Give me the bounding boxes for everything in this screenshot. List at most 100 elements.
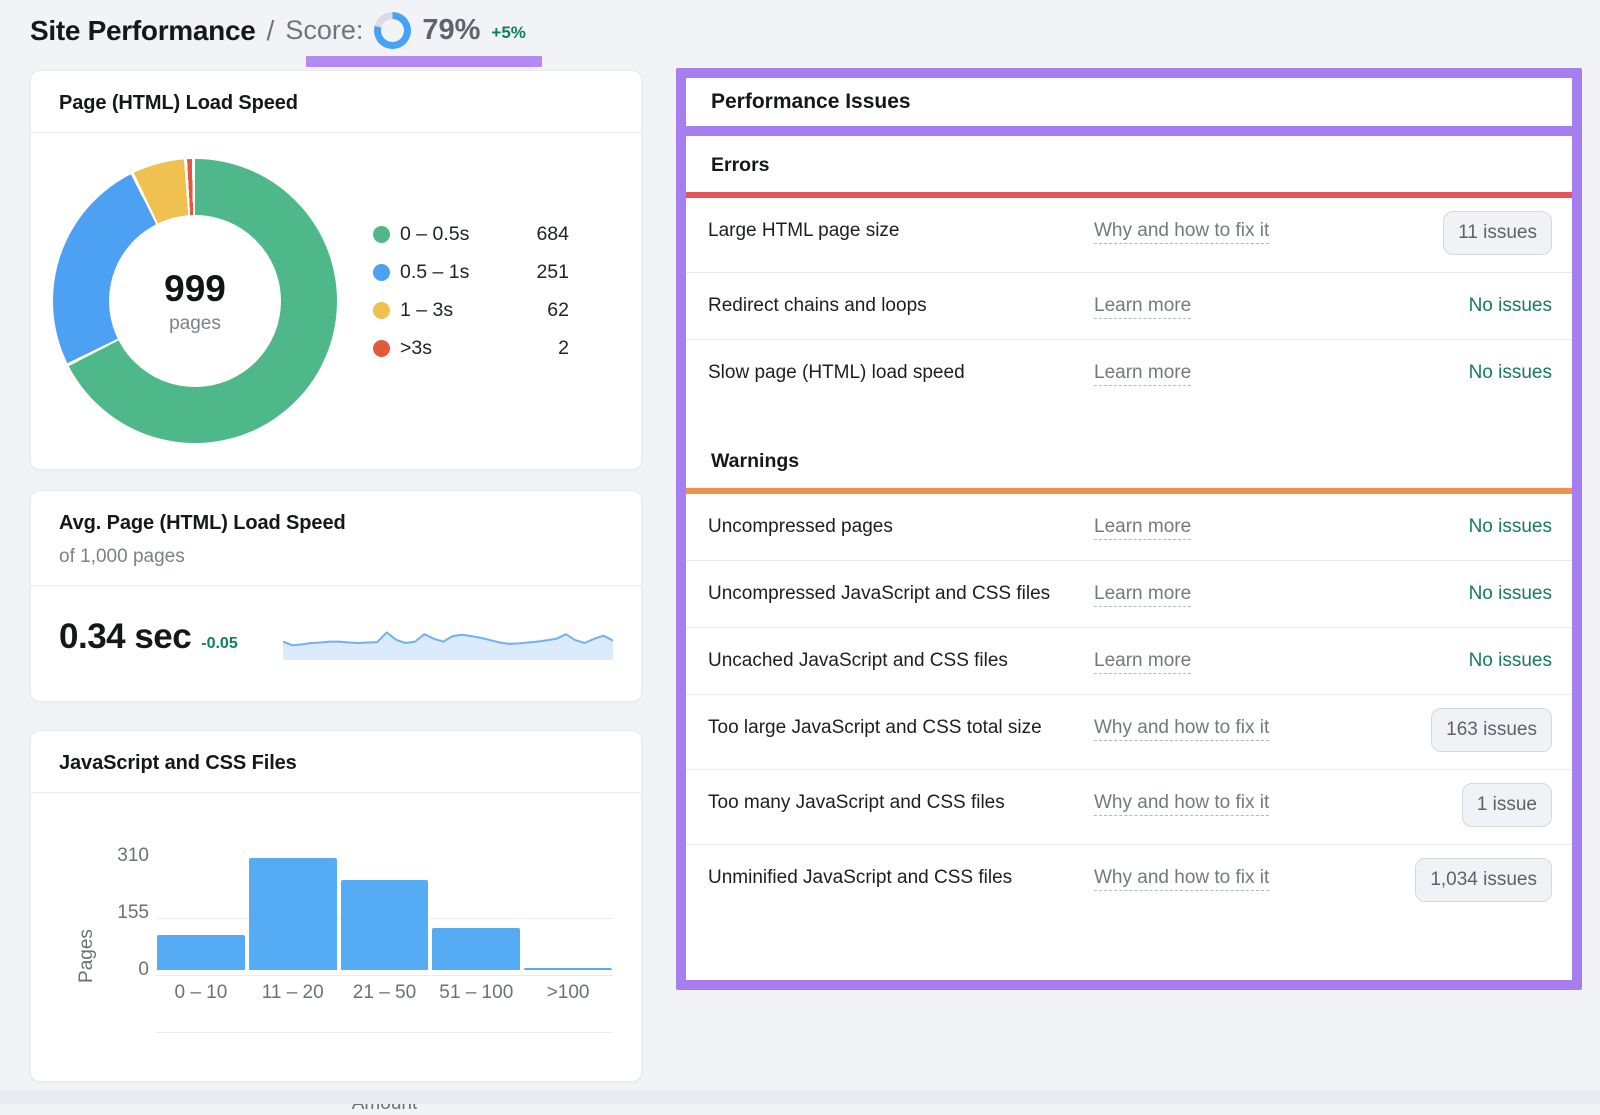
plot-area: 0 – 1011 – 2021 – 5051 – 100>100 (156, 856, 613, 1032)
page-header: Site Performance / Score: 79% +5% (30, 12, 526, 49)
issue-name: Redirect chains and loops (708, 290, 1094, 321)
issue-help-link[interactable]: Why and how to fix it (1094, 787, 1382, 818)
breadcrumb-separator: / (267, 15, 275, 47)
issue-status: 1 issue (1382, 787, 1552, 827)
issue-help-link[interactable]: Why and how to fix it (1094, 712, 1382, 743)
section-heading: Errors (686, 136, 1572, 192)
card-header: Avg. Page (HTML) Load Speed of 1,000 pag… (31, 491, 641, 586)
legend-value: 2 (558, 337, 569, 360)
js-css-bar-chart: Pages 310 155 0 0 – 1011 – 2021 – 5051 – 1… (31, 793, 641, 1081)
issue-name: Too large JavaScript and CSS total size (708, 712, 1094, 743)
issue-rows: Uncompressed pagesLearn moreNo issuesUnc… (686, 494, 1572, 919)
issue-help-link[interactable]: Learn more (1094, 357, 1382, 388)
card-title: Page (HTML) Load Speed (59, 92, 613, 115)
legend-dot-icon (373, 340, 390, 357)
issues-count-button[interactable]: 1,034 issues (1415, 858, 1552, 902)
section-heading: Warnings (686, 406, 1572, 488)
bar (432, 928, 520, 970)
no-issues-status: No issues (1469, 583, 1552, 604)
legend-label: 0 – 0.5s (400, 223, 469, 246)
issues-list: ErrorsLarge HTML page sizeWhy and how to… (686, 136, 1572, 980)
legend-item: 1 – 3s 62 (373, 299, 569, 322)
bar (157, 935, 245, 970)
x-tick-label: 51 – 100 (432, 982, 520, 1004)
y-tick-label: 0 (89, 959, 149, 981)
legend-value: 62 (547, 299, 569, 322)
issue-help-link[interactable]: Learn more (1094, 290, 1382, 321)
issue-row: Uncompressed JavaScript and CSS filesLea… (686, 561, 1572, 628)
x-tick-label: >100 (524, 982, 612, 1004)
legend-value: 684 (536, 223, 569, 246)
issues-panel-header: Performance Issues (686, 78, 1572, 126)
donut-total-label: pages (169, 313, 221, 335)
y-axis-label: Pages (76, 916, 98, 996)
donut-total-pages: 999 (164, 268, 226, 310)
avg-speed-sparkline (283, 614, 613, 660)
issue-help-link[interactable]: Learn more (1094, 645, 1382, 676)
issue-status: No issues (1382, 290, 1552, 322)
issues-count-button[interactable]: 163 issues (1431, 708, 1552, 752)
legend-dot-icon (373, 302, 390, 319)
issue-row: Uncached JavaScript and CSS filesLearn m… (686, 628, 1572, 695)
issue-name: Large HTML page size (708, 215, 1094, 246)
legend-item: >3s2 (373, 337, 569, 360)
annotation-divider (686, 126, 1572, 136)
issue-name: Uncompressed JavaScript and CSS files (708, 578, 1094, 609)
issue-name: Uncached JavaScript and CSS files (708, 645, 1094, 676)
issues-panel-title: Performance Issues (711, 90, 1547, 114)
issue-status: No issues (1382, 578, 1552, 610)
x-axis-tick-labels: 0 – 1011 – 2021 – 5051 – 100>100 (156, 982, 613, 1004)
donut-center: 999 pages (53, 159, 337, 443)
issue-help-link[interactable]: Learn more (1094, 511, 1382, 542)
y-tick-label: 155 (89, 902, 149, 924)
issue-help-link[interactable]: Why and how to fix it (1094, 215, 1382, 246)
score-label: Score: (285, 15, 363, 46)
issue-name: Too many JavaScript and CSS files (708, 787, 1094, 818)
issue-row: Too large JavaScript and CSS total sizeW… (686, 695, 1572, 770)
x-tick-label: 11 – 20 (249, 982, 337, 1004)
card-header: JavaScript and CSS Files (31, 731, 641, 793)
issue-rows: Large HTML page sizeWhy and how to fix i… (686, 198, 1572, 406)
no-issues-status: No issues (1469, 295, 1552, 316)
legend-label: 0.5 – 1s (400, 261, 469, 284)
y-tick-label: 310 (89, 845, 149, 867)
card-header: Page (HTML) Load Speed (31, 71, 641, 133)
issue-help-link[interactable]: Learn more (1094, 578, 1382, 609)
bar (341, 880, 429, 970)
no-issues-status: No issues (1469, 362, 1552, 383)
x-tick-label: 21 – 50 (341, 982, 429, 1004)
load-speed-donut-chart: 999 pages (53, 159, 337, 443)
x-tick-label: 0 – 10 (157, 982, 245, 1004)
page-load-speed-card: Page (HTML) Load Speed 999 pages 0 – 0.5… (30, 70, 642, 470)
issues-count-button[interactable]: 1 issue (1462, 783, 1552, 827)
gridline (156, 1032, 613, 1033)
annotation-underline (306, 56, 542, 67)
issue-row: Redirect chains and loopsLearn more No is… (686, 273, 1572, 340)
avg-speed-delta: -0.05 (201, 635, 237, 653)
avg-load-speed-card: Avg. Page (HTML) Load Speed of 1,000 pag… (30, 490, 642, 702)
no-issues-status: No issues (1469, 516, 1552, 537)
performance-issues-panel: Performance Issues Errors Large HTML page… (676, 68, 1582, 990)
issue-row: Large HTML page sizeWhy and how to fix i… (686, 198, 1572, 273)
avg-speed-body: 0.34 sec -0.05 (31, 587, 641, 687)
footer-strip (0, 1090, 1600, 1104)
card-title: Avg. Page (HTML) Load Speed (59, 512, 613, 535)
issue-row: Slow page (HTML) load speedLearn moreNo … (686, 340, 1572, 406)
js-css-files-card: JavaScript and CSS Files Pages 310 155 0 0… (30, 730, 642, 1082)
score-value: 79% (422, 14, 480, 47)
legend-value: 251 (536, 261, 569, 284)
bars (156, 856, 613, 970)
issue-help-link[interactable]: Why and how to fix it (1094, 862, 1382, 893)
legend-dot-icon (373, 226, 390, 243)
issue-status: 163 issues (1382, 712, 1552, 752)
legend-dot-icon (373, 264, 390, 281)
issue-row: Uncompressed pagesLearn moreNo issues (686, 494, 1572, 561)
issues-count-button[interactable]: 11 issues (1443, 211, 1552, 255)
legend-label: 1 – 3s (400, 299, 453, 322)
card-subtitle: of 1,000 pages (59, 546, 613, 568)
issue-status: No issues (1382, 645, 1552, 677)
gridline (156, 975, 613, 976)
issue-row: Too many JavaScript and CSS filesWhy and… (686, 770, 1572, 845)
bar (524, 968, 612, 970)
issue-status: No issues (1382, 357, 1552, 389)
